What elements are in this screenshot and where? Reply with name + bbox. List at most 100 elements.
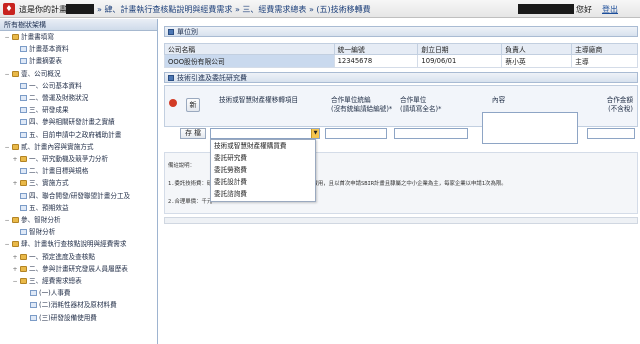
tree-item[interactable]: + 三、實施方式: [12, 178, 69, 189]
tree-item-label: 貳、計畫內容與實施方式: [21, 142, 94, 151]
tree-item[interactable]: 五、目前申請中之政府補助計畫: [12, 130, 121, 141]
horizontal-scrollbar[interactable]: [164, 217, 638, 224]
tree-item[interactable]: − 肆、計畫執行查核點說明與經費需求: [4, 239, 127, 250]
tree-item-label: 四、參與相關研發計畫之實績: [29, 118, 115, 127]
col-header-content: 內容: [492, 96, 506, 104]
expand-icon[interactable]: +: [12, 252, 18, 263]
page-icon: [20, 58, 27, 65]
tree-item[interactable]: 四、聯合開發/研發聯盟計畫分工及: [12, 191, 130, 202]
cell-founded[interactable]: 109/06/01: [417, 54, 503, 68]
tree-item-label: 計畫摘要表: [29, 57, 62, 66]
tree-item[interactable]: − 壹、公司概況: [4, 69, 60, 80]
tree-item[interactable]: − 三、經費需求總表: [12, 276, 81, 287]
breadcrumb[interactable]: » 肆、計畫執行查核點說明與經費需求 » 三、經費需求總表 » (五)技術移轉費: [97, 4, 371, 15]
tree-item[interactable]: 二、營運及財務狀況: [12, 93, 88, 104]
tree-item-label: 二、參與計畫研究發展人員履歷表: [29, 264, 128, 273]
tech-section-title: 技術引進及委託研究費: [177, 74, 247, 82]
tree-item[interactable]: 計畫基本資料: [12, 44, 69, 55]
page-icon: [20, 107, 27, 114]
collapse-icon[interactable]: −: [4, 69, 10, 80]
tree-item[interactable]: 二、計畫目標與規格: [12, 166, 88, 177]
col-header-unit-name: 合作單位 (請填寫全名)*: [400, 96, 442, 113]
tree-item[interactable]: − 參、智財分析: [4, 215, 60, 226]
section-icon: [168, 75, 174, 81]
cell-owner[interactable]: 蔡小英: [501, 54, 573, 68]
user-name-redacted: [518, 4, 574, 14]
cell-company[interactable]: OOO股份有限公司: [164, 54, 335, 68]
collapse-icon[interactable]: −: [4, 32, 10, 43]
unit-table: 公司名稱 統一編號 創立日期 負責人 主導廠商 OOO股份有限公司 123456…: [164, 43, 638, 68]
tree-item[interactable]: (一)人事費: [22, 288, 71, 299]
page-icon: [30, 314, 37, 321]
amount-input[interactable]: [587, 128, 635, 139]
add-row-button[interactable]: 新: [186, 98, 200, 112]
chevron-down-icon[interactable]: ▼: [311, 129, 319, 138]
dropdown-option[interactable]: 委託研究費: [211, 152, 315, 164]
expand-icon[interactable]: +: [12, 178, 18, 189]
content-textarea[interactable]: [482, 112, 578, 144]
dropdown-option[interactable]: 技術或智慧財產權購買費: [211, 140, 315, 152]
item-select[interactable]: ▼: [210, 128, 320, 139]
page-icon: [20, 168, 27, 175]
expand-icon[interactable]: +: [12, 154, 18, 165]
folder-icon: [12, 217, 19, 223]
col-header-item: 技術或智慧財產權移轉項目: [219, 96, 299, 104]
notes-line-2: 2.合理單價：千元: [168, 199, 213, 205]
cell-tax-id[interactable]: 12345678: [333, 54, 419, 68]
folder-icon: [12, 143, 19, 150]
tree-item[interactable]: 智財分析: [12, 227, 55, 238]
unit-section-title: 單位別: [177, 28, 198, 36]
tree-item[interactable]: 計畫摘要表: [12, 56, 62, 67]
tree-item[interactable]: + 一、預定進度及查核點: [12, 252, 94, 263]
tree-item[interactable]: − 貳、計畫內容與實施方式: [4, 142, 94, 153]
tree-item[interactable]: (三)研發設備使用費: [22, 313, 97, 324]
col-header-tax-id: 統一編號: [333, 43, 419, 55]
folder-icon: [12, 241, 19, 248]
folder-icon: [20, 180, 27, 187]
edit-row-icon[interactable]: [169, 99, 177, 107]
collapse-icon[interactable]: −: [12, 276, 18, 287]
page-icon: [20, 82, 27, 89]
notes-title: 備註說明：: [168, 163, 195, 169]
logout-link[interactable]: 登出: [602, 4, 618, 15]
tree-item[interactable]: (二)消耗性器材及原材料費: [22, 300, 117, 311]
col-header-amount: 合作金額 (不含稅): [606, 96, 633, 113]
tree-item[interactable]: + 一、研究動機及競爭力分析: [12, 154, 108, 165]
save-button[interactable]: 存 檔: [180, 128, 206, 139]
folder-icon: [12, 34, 19, 40]
table-row[interactable]: OOO股份有限公司 12345678 109/06/01 蔡小英 主導: [164, 54, 638, 68]
dropdown-option[interactable]: 委託勞務費: [211, 164, 315, 176]
tree-item-label: 三、實施方式: [29, 179, 69, 188]
tree-item[interactable]: 一、公司基本資料: [12, 81, 82, 92]
tree-item-label: (一)人事費: [39, 289, 71, 298]
section-icon: [168, 29, 174, 35]
greeting-text: 您好: [576, 5, 592, 14]
tree-item[interactable]: − 計畫書填寫: [4, 32, 53, 43]
dropdown-option[interactable]: 委託設計費: [211, 176, 315, 188]
dropdown-option[interactable]: 委託諮詢費: [211, 188, 315, 200]
tree-item[interactable]: 三、研發成果: [12, 105, 69, 116]
tree-item[interactable]: + 二、參與計畫研究發展人員履歷表: [12, 264, 128, 275]
tree-item[interactable]: 五、預期效益: [12, 203, 69, 214]
page-icon: [20, 204, 27, 211]
folder-icon: [20, 278, 27, 284]
tree-item-label: 二、營運及財務狀況: [29, 94, 89, 102]
tree-item-label: 肆、計畫執行查核點說明與經費需求: [21, 240, 127, 249]
page-icon: [20, 229, 27, 236]
expand-icon[interactable]: +: [12, 264, 18, 275]
unit-id-input[interactable]: [325, 128, 387, 139]
cell-lead[interactable]: 主導: [571, 54, 638, 68]
collapse-icon[interactable]: −: [4, 239, 10, 250]
collapse-icon[interactable]: −: [4, 215, 10, 226]
tree-item-label: 四、聯合開發/研發聯盟計畫分工及: [29, 191, 131, 200]
tree-item-label: 一、研究動機及競爭力分析: [29, 155, 109, 163]
unit-name-input[interactable]: [394, 128, 468, 139]
page-icon: [30, 302, 37, 309]
tree-item-label: 五、目前申請中之政府補助計畫: [29, 130, 122, 139]
page-icon: [20, 131, 27, 138]
folder-icon: [12, 70, 19, 77]
tree-item-label: (二)消耗性器材及原材料費: [39, 301, 117, 310]
tree-item[interactable]: 四、參與相關研發計畫之實績: [12, 117, 115, 128]
item-dropdown-list[interactable]: 技術或智慧財產權購買費 委託研究費 委託勞務費 委託設計費 委託諮詢費: [210, 139, 316, 202]
collapse-icon[interactable]: −: [4, 142, 10, 153]
